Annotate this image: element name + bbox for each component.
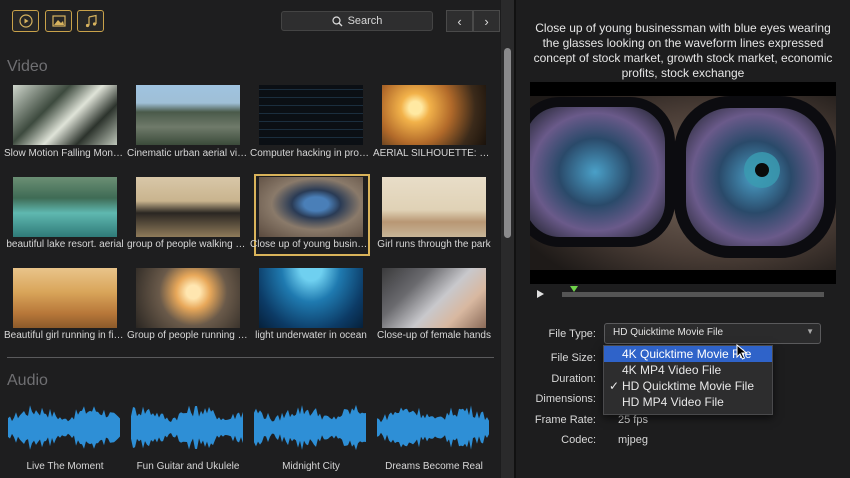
video-thumbnail-11[interactable] bbox=[259, 268, 363, 328]
video-preview[interactable] bbox=[530, 82, 836, 284]
option-label: HD MP4 Video File bbox=[622, 395, 724, 409]
playhead-marker[interactable] bbox=[570, 286, 578, 292]
video-caption-7: Close up of young businessman bbox=[250, 239, 372, 250]
audio-waveform-4[interactable] bbox=[377, 400, 489, 455]
next-page-button[interactable]: › bbox=[473, 10, 500, 32]
video-caption-2: Cinematic urban aerial view bbox=[127, 148, 249, 159]
video-filter-button[interactable] bbox=[12, 10, 39, 32]
file-type-select[interactable]: HD Quicktime Movie File ▼ bbox=[604, 323, 821, 344]
previous-page-button[interactable]: ‹ bbox=[446, 10, 473, 32]
file-type-label: File Type: bbox=[548, 328, 597, 340]
video-thumbnail-10[interactable] bbox=[136, 268, 240, 328]
video-thumbnail-7[interactable] bbox=[259, 177, 363, 237]
video-caption-4: AERIAL SILHOUETTE: woman bbox=[373, 148, 495, 159]
file-type-value: HD Quicktime Movie File bbox=[613, 327, 724, 338]
audio-waveform-1[interactable] bbox=[8, 400, 120, 455]
video-caption-8: Girl runs through the park bbox=[377, 239, 491, 250]
video-caption-11: light underwater in ocean bbox=[255, 330, 367, 341]
option-label: HD Quicktime Movie File bbox=[622, 379, 755, 393]
video-caption-9: Beautiful girl running in field bbox=[4, 330, 126, 341]
video-thumbnail-6[interactable] bbox=[136, 177, 240, 237]
preview-frame bbox=[530, 82, 836, 284]
video-section-title: Video bbox=[7, 58, 48, 75]
player-controls bbox=[530, 284, 836, 304]
dimensions-label: Dimensions: bbox=[535, 393, 596, 405]
audio-waveform-3[interactable] bbox=[254, 400, 366, 455]
file-type-option-3[interactable]: ✓ HD Quicktime Movie File bbox=[604, 378, 772, 394]
video-thumbnail-2[interactable] bbox=[136, 85, 240, 145]
scrollbar-thumb[interactable] bbox=[504, 48, 511, 238]
section-divider bbox=[7, 357, 494, 358]
option-label: 4K Quicktime Movie File bbox=[622, 347, 752, 361]
video-thumbnail-8[interactable] bbox=[382, 177, 486, 237]
search-label: Search bbox=[347, 15, 383, 27]
file-type-option-4[interactable]: HD MP4 Video File bbox=[604, 394, 772, 410]
video-thumbnail-1[interactable] bbox=[13, 85, 117, 145]
chevron-left-icon: ‹ bbox=[457, 13, 462, 29]
codec-value: mjpeg bbox=[618, 434, 648, 446]
file-type-option-2[interactable]: 4K MP4 Video File bbox=[604, 362, 772, 378]
detail-panel: Close up of young businessman with blue … bbox=[516, 0, 850, 478]
image-filter-button[interactable] bbox=[45, 10, 72, 32]
file-type-dropdown-menu: 4K Quicktime Movie File 4K MP4 Video Fil… bbox=[603, 344, 773, 415]
video-caption-6: group of people walking street bbox=[127, 239, 249, 250]
browser-scrollbar[interactable] bbox=[501, 0, 514, 478]
video-thumbnail-9[interactable] bbox=[13, 268, 117, 328]
video-caption-5: beautiful lake resort. aerial bbox=[6, 239, 124, 250]
video-thumbnail-12[interactable] bbox=[382, 268, 486, 328]
audio-section-title: Audio bbox=[7, 372, 48, 389]
frame-rate-value: 25 fps bbox=[618, 414, 648, 426]
video-thumbnail-3[interactable] bbox=[259, 85, 363, 145]
checkmark-icon: ✓ bbox=[609, 379, 620, 393]
chevron-right-icon: › bbox=[484, 13, 489, 29]
video-thumbnail-4[interactable] bbox=[382, 85, 486, 145]
audio-caption-4: Dreams Become Real bbox=[385, 461, 483, 472]
audio-waveform-2[interactable] bbox=[131, 400, 243, 455]
search-field[interactable]: Search bbox=[281, 11, 433, 31]
dropdown-arrow-icon: ▼ bbox=[806, 327, 814, 336]
video-caption-3: Computer hacking in progress bbox=[250, 148, 372, 159]
audio-caption-1: Live The Moment bbox=[26, 461, 104, 472]
codec-label: Codec: bbox=[561, 434, 596, 446]
play-circle-icon bbox=[18, 14, 33, 28]
mouse-cursor-icon bbox=[736, 344, 748, 360]
music-note-icon bbox=[85, 14, 97, 28]
file-size-label: File Size: bbox=[550, 352, 596, 364]
image-icon bbox=[51, 15, 66, 27]
audio-filter-button[interactable] bbox=[77, 10, 104, 32]
search-icon bbox=[331, 15, 343, 26]
video-caption-12: Close-up of female hands bbox=[377, 330, 491, 341]
media-browser-panel: Search ‹ › Video Slow Motion Falling Mon… bbox=[0, 0, 500, 478]
video-caption-1: Slow Motion Falling Money Bills bbox=[4, 148, 126, 159]
timeline-scrubber[interactable] bbox=[562, 292, 824, 297]
play-icon[interactable] bbox=[536, 289, 545, 299]
option-label: 4K MP4 Video File bbox=[622, 363, 722, 377]
audio-caption-2: Fun Guitar and Ukulele bbox=[136, 461, 240, 472]
frame-rate-label: Frame Rate: bbox=[534, 414, 596, 426]
video-caption-10: Group of people running sunset bbox=[127, 330, 249, 341]
duration-label: Duration: bbox=[551, 373, 596, 385]
clip-description: Close up of young businessman with blue … bbox=[533, 21, 833, 80]
video-thumbnail-5[interactable] bbox=[13, 177, 117, 237]
audio-caption-3: Midnight City bbox=[282, 461, 340, 472]
